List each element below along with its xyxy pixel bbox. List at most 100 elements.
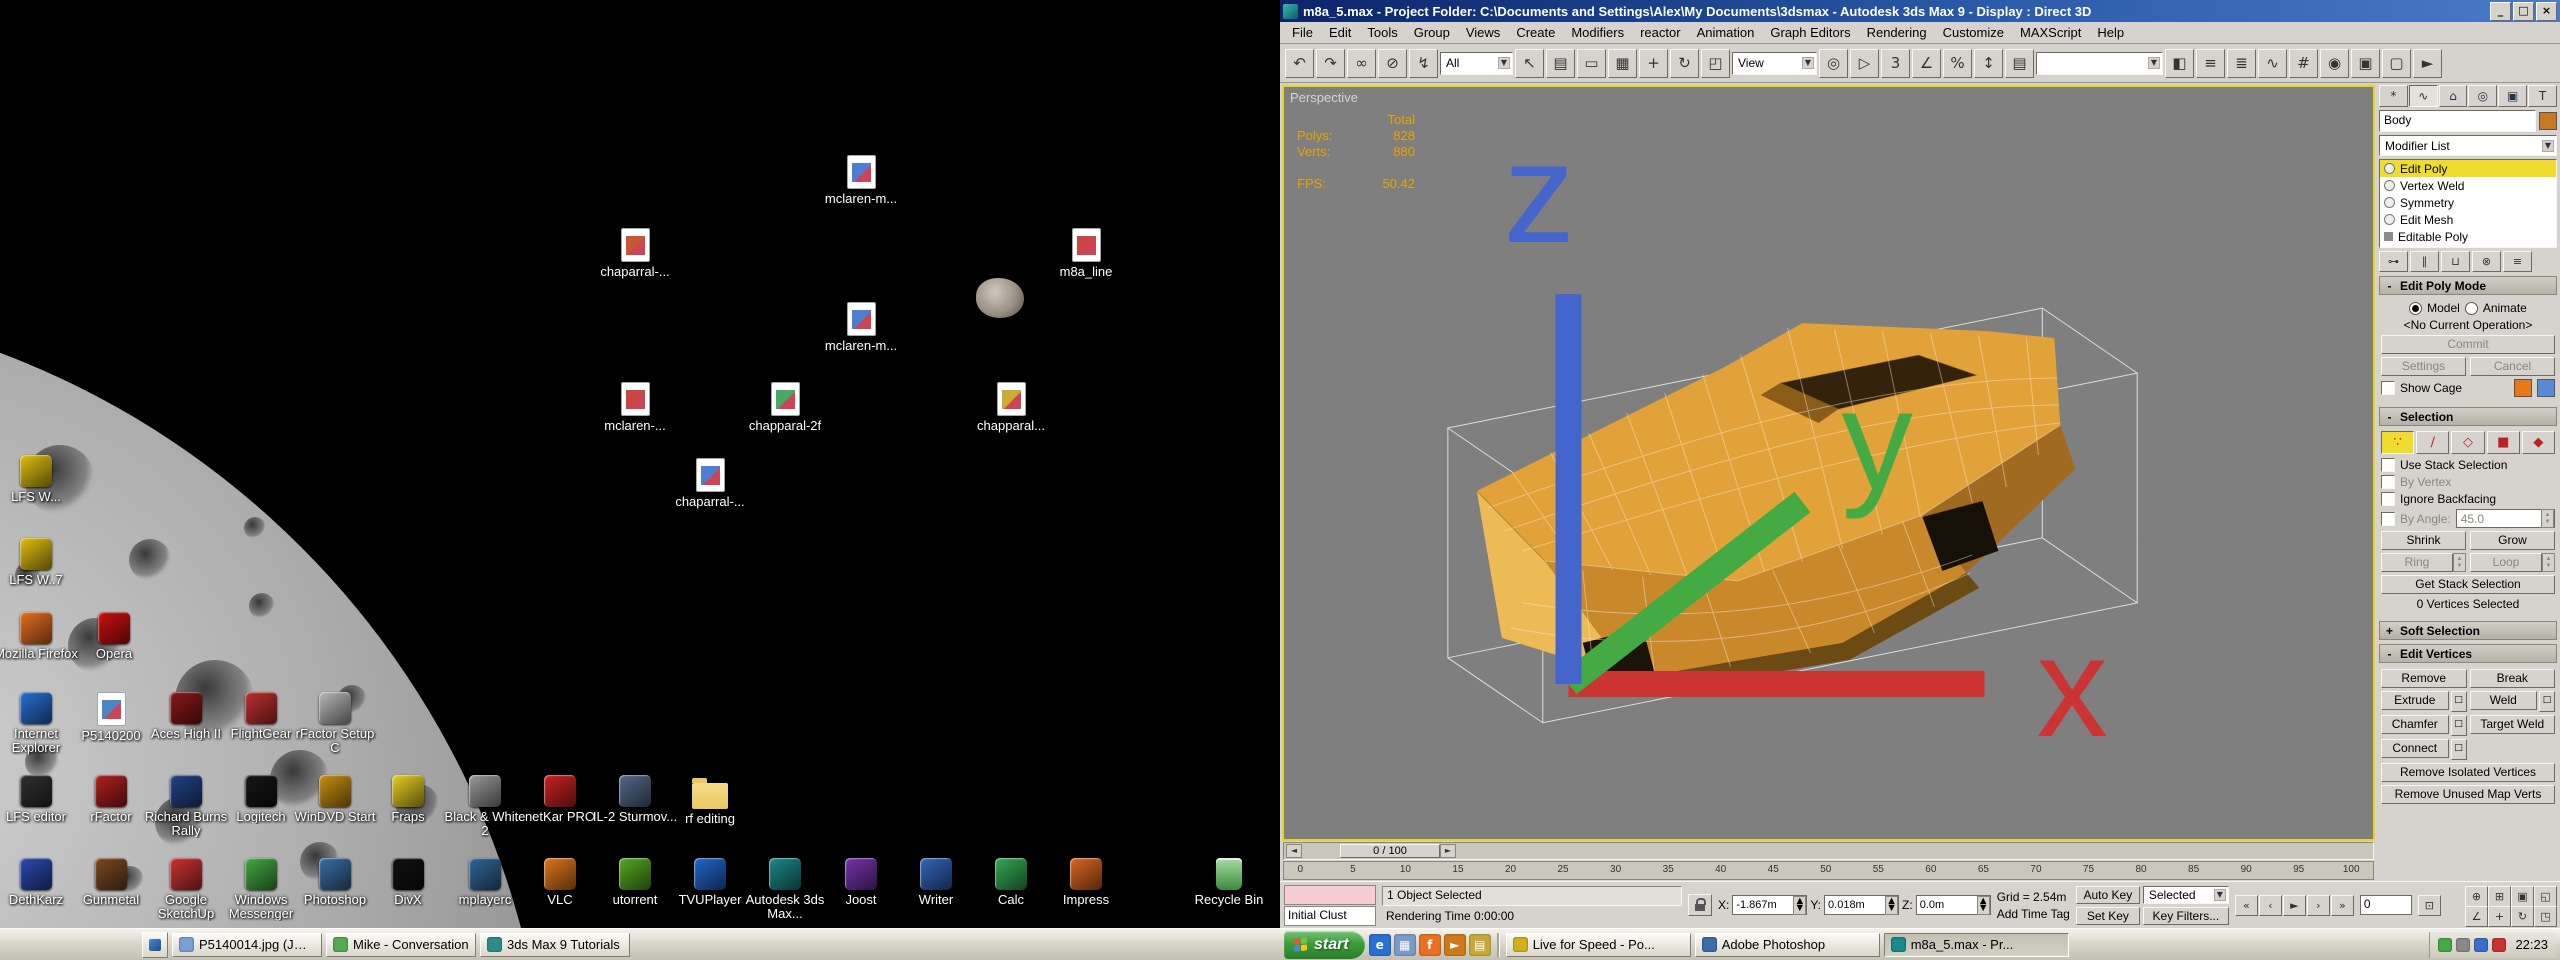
- create-tab[interactable]: *: [2379, 85, 2408, 107]
- button-chamfer[interactable]: Chamfer: [2381, 715, 2449, 734]
- taskbar-button-m8a-5-max-pr[interactable]: m8a_5.max - Pr...: [1883, 932, 2069, 957]
- utilities-tab[interactable]: T: [2528, 85, 2557, 107]
- edge-subobject-icon[interactable]: ∕: [2416, 431, 2450, 454]
- go-to-end-icon[interactable]: »: [2330, 894, 2354, 916]
- menu-rendering[interactable]: Rendering: [1859, 23, 1935, 42]
- layer-manager-icon[interactable]: ≣: [2227, 48, 2256, 78]
- key-filters-button[interactable]: Key Filters...: [2142, 906, 2229, 925]
- get-stack-selection-button[interactable]: Get Stack Selection: [2381, 575, 2555, 594]
- ignore-backfacing-checkbox[interactable]: [2381, 492, 2395, 506]
- add-time-tag[interactable]: Add Time Tag: [1997, 907, 2070, 921]
- perspective-viewport[interactable]: Perspective Total Polys: 828 Verts: 880 FP…: [1282, 85, 2375, 841]
- z-spinner[interactable]: [1976, 895, 1990, 915]
- button-target-weld[interactable]: Target Weld: [2469, 715, 2555, 734]
- menu-animation[interactable]: Animation: [1689, 23, 1763, 42]
- modify-tab[interactable]: ∿: [2408, 85, 2438, 107]
- menu-help[interactable]: Help: [2089, 23, 2132, 42]
- previous-frame-icon[interactable]: ‹: [2258, 894, 2282, 916]
- start-button[interactable]: start: [1284, 930, 1365, 959]
- object-name-field[interactable]: Body: [2379, 110, 2536, 132]
- key-mode-dropdown[interactable]: Selected ▼: [2142, 885, 2229, 904]
- desktop-icon-opera[interactable]: Opera: [69, 612, 159, 661]
- button-remove-isolated-vertices[interactable]: Remove Isolated Vertices: [2381, 763, 2555, 782]
- element-subobject-icon[interactable]: ◆: [2521, 431, 2556, 454]
- show-desktop-icon[interactable]: ▦: [1393, 933, 1416, 956]
- desktop-icon-rfactor-setup-c[interactable]: rFactor Setup C: [290, 692, 380, 755]
- volume-tray-icon[interactable]: [2456, 937, 2471, 952]
- angle-value-field[interactable]: 45.0: [2455, 509, 2555, 528]
- model-radio[interactable]: [2409, 301, 2423, 315]
- current-frame-field[interactable]: 0: [2359, 895, 2412, 915]
- media-player-quicklaunch-icon[interactable]: ►: [1443, 933, 1466, 956]
- use-pivot-point-icon[interactable]: ◎: [1819, 48, 1848, 78]
- pan-icon[interactable]: +: [2488, 905, 2511, 927]
- settings-box-weld[interactable]: □: [2539, 691, 2555, 712]
- stack-item-edit-poly[interactable]: Edit Poly: [2380, 160, 2556, 177]
- y-spinner[interactable]: [1885, 895, 1899, 915]
- hierarchy-tab[interactable]: ⌂: [2438, 85, 2468, 107]
- select-and-link-icon[interactable]: ∞: [1347, 48, 1376, 78]
- desktop-icon-mclaren-m[interactable]: mclaren-m...: [816, 155, 906, 206]
- cage-color-swatch[interactable]: [2514, 379, 2532, 397]
- x-spinner[interactable]: [1793, 895, 1807, 915]
- cancel-button[interactable]: Cancel: [2470, 357, 2555, 376]
- desktop-icon-mclaren[interactable]: mclaren-...: [590, 382, 680, 433]
- commit-button[interactable]: Commit: [2381, 335, 2555, 354]
- angle-snap-icon[interactable]: ∠: [1912, 48, 1941, 78]
- time-slider[interactable]: ◄ 0 / 100 ►: [1283, 842, 2374, 860]
- angle-spinner[interactable]: [2541, 509, 2554, 528]
- settings-button[interactable]: Settings: [2381, 357, 2466, 376]
- button-connect[interactable]: Connect: [2381, 739, 2449, 758]
- reference-coordinate-dropdown[interactable]: View ▼: [1732, 51, 1817, 75]
- remove-modifier-icon[interactable]: ⊗: [2472, 251, 2501, 272]
- select-and-manipulate-icon[interactable]: ▷: [1850, 48, 1879, 78]
- minimize-button[interactable]: _: [2490, 1, 2511, 21]
- menu-graph-editors[interactable]: Graph Editors: [1762, 23, 1858, 42]
- make-unique-icon[interactable]: ⊔: [2441, 251, 2470, 272]
- desktop-icon-chapparal-2f[interactable]: chapparal-2f: [740, 382, 830, 433]
- render-scene-icon[interactable]: ▣: [2351, 48, 2380, 78]
- border-subobject-icon[interactable]: ◇: [2451, 431, 2485, 454]
- menu-reactor[interactable]: reactor: [1632, 23, 1688, 42]
- rectangular-selection-region-icon[interactable]: ▭: [1577, 48, 1606, 78]
- y-coordinate-field[interactable]: 0.018m: [1824, 895, 1900, 915]
- bind-to-space-warp-icon[interactable]: ↯: [1409, 48, 1438, 78]
- schematic-view-icon[interactable]: #: [2289, 48, 2318, 78]
- show-end-result-icon[interactable]: ∥: [2410, 251, 2439, 272]
- loop-spinner[interactable]: [2542, 553, 2555, 572]
- menu-group[interactable]: Group: [1406, 23, 1458, 42]
- display-tab[interactable]: ▣: [2498, 85, 2528, 107]
- desktop-icon-photo-thumbnail[interactable]: [955, 278, 1045, 321]
- desktop-icon-lfs-w-7[interactable]: LFS W..7: [0, 538, 81, 587]
- play-icon[interactable]: ►: [2282, 894, 2306, 916]
- menu-file[interactable]: File: [1284, 23, 1321, 42]
- arc-rotate-icon[interactable]: ↻: [2511, 905, 2534, 927]
- maximize-button[interactable]: □: [2513, 1, 2534, 21]
- configure-modifier-sets-icon[interactable]: ≡: [2503, 251, 2532, 272]
- select-by-name-icon[interactable]: ▤: [1546, 48, 1575, 78]
- select-and-rotate-icon[interactable]: ↻: [1670, 48, 1699, 78]
- menu-edit[interactable]: Edit: [1321, 23, 1359, 42]
- undo-icon[interactable]: ↶: [1285, 48, 1314, 78]
- taskbar-button-mike-conversation[interactable]: Mike - Conversation: [326, 932, 476, 957]
- render-type-icon[interactable]: ▢: [2382, 48, 2411, 78]
- antivirus-tray-icon[interactable]: [2492, 937, 2507, 952]
- object-color-swatch[interactable]: [2539, 112, 2557, 130]
- desktop-icon-rf-editing[interactable]: rf editing: [665, 775, 755, 826]
- percent-snap-icon[interactable]: %: [1943, 48, 1972, 78]
- time-slider-prev-arrow[interactable]: ◄: [1286, 844, 1302, 858]
- grow-button[interactable]: Grow: [2470, 531, 2555, 550]
- modifier-list-dropdown[interactable]: Modifier List ▼: [2379, 135, 2557, 156]
- material-editor-icon[interactable]: ◉: [2320, 48, 2349, 78]
- settings-box-chamfer[interactable]: □: [2450, 715, 2467, 736]
- use-stack-selection-checkbox[interactable]: [2381, 458, 2395, 472]
- button-remove-unused-map-verts[interactable]: Remove Unused Map Verts: [2381, 785, 2555, 804]
- settings-box-extrude[interactable]: □: [2450, 691, 2467, 712]
- desktop-icon-chapparal[interactable]: chapparal...: [966, 382, 1056, 433]
- settings-box-connect[interactable]: □: [2450, 739, 2467, 760]
- curve-editor-icon[interactable]: ∿: [2258, 48, 2287, 78]
- polygon-subobject-icon[interactable]: ■: [2486, 431, 2520, 454]
- desktop-icon-lfs-w[interactable]: LFS W...: [0, 455, 81, 504]
- motion-tab[interactable]: ◎: [2468, 85, 2498, 107]
- selection-filter-dropdown[interactable]: All ▼: [1440, 51, 1513, 75]
